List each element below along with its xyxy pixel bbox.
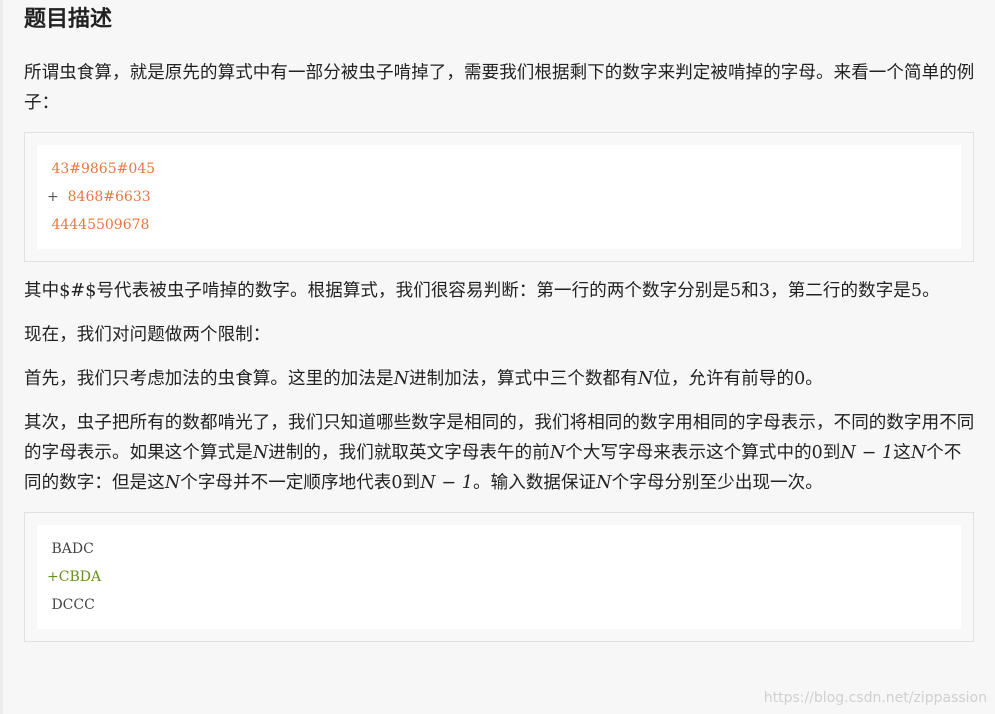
example-code-block-1: 43#9865#045 + 8468#6633 44445509678 — [24, 132, 974, 262]
example-code-block-2: BADC +CBDA DCCC — [24, 512, 974, 642]
text-segment: 进制加法，算式中三个数都有 — [409, 369, 638, 389]
math-n: N — [637, 369, 654, 389]
restriction-intro-paragraph: 现在，我们对问题做两个限制： — [24, 325, 271, 345]
problem-description: 题目描述 所谓虫食算，就是原先的算式中有一部分被虫子啃掉了，需要我们根据剩下的数… — [24, 0, 976, 642]
code-line-2: + 8468#6633 — [47, 183, 951, 211]
text-segment: 。输入数据保证 — [473, 473, 597, 493]
code-line-3: DCCC — [47, 597, 95, 613]
intro-paragraph: 所谓虫食算，就是原先的算式中有一部分被虫子啃掉了，需要我们根据剩下的数字来判定被… — [24, 63, 975, 113]
code-line-2-value: 8468#6633 — [67, 189, 151, 205]
math-n: N — [910, 443, 927, 463]
restriction-1-paragraph: 首先，我们只考虑加法的虫食算。这里的加法是N进制加法，算式中三个数都有N位，允许… — [24, 364, 976, 394]
restriction-2-paragraph: 其次，虫子把所有的数都啃光了，我们只知道哪些数字是相同的，我们将相同的数字用相同… — [24, 408, 976, 498]
text-segment: 个大写字母来表示这个算式中的0到 — [565, 443, 841, 463]
math-n: N — [393, 369, 410, 389]
plus-operator: + — [47, 189, 68, 205]
code-line-2: +CBDA — [47, 569, 102, 585]
text-segment: 进制的，我们就取英文字母表午的前 — [268, 443, 550, 463]
math-n: N — [549, 443, 566, 463]
code-content-2[interactable]: BADC +CBDA DCCC — [37, 525, 961, 629]
math-n: N — [596, 473, 612, 493]
code-line-3: 44445509678 — [47, 217, 150, 233]
section-title: 题目描述 — [24, 7, 113, 32]
explanation-paragraph: 其中$#$号代表被虫子啃掉的数字。根据算式，我们很容易判断：第一行的两个数字分别… — [24, 281, 940, 301]
math-n: N — [164, 473, 181, 493]
text-segment: 个字母并不一定顺序地代表0到 — [180, 473, 421, 493]
math-n-minus-1: N − 1 — [840, 443, 894, 463]
math-n: N — [252, 443, 269, 463]
code-line-1: BADC — [47, 541, 94, 557]
code-content-1[interactable]: 43#9865#045 + 8468#6633 44445509678 — [37, 145, 961, 249]
code-line-1: 43#9865#045 — [47, 161, 156, 177]
text-segment: 这 — [893, 443, 911, 463]
text-segment: 个字母分别至少出现一次。 — [611, 473, 823, 493]
watermark-url: https://blog.csdn.net/zippassion — [763, 690, 987, 706]
left-border — [0, 0, 3, 714]
text-segment: 首先，我们只考虑加法的虫食算。这里的加法是 — [24, 369, 394, 389]
math-n-minus-1: N − 1 — [420, 473, 474, 493]
text-segment: 位，允许有前导的0。 — [653, 369, 823, 389]
